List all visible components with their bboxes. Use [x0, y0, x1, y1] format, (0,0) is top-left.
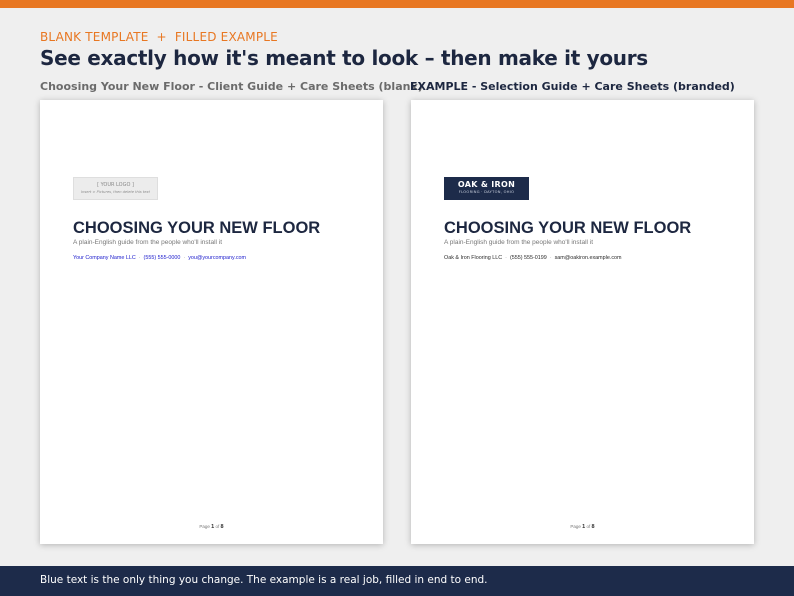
page-number: 1 [211, 524, 215, 530]
phone-number: (555) 555-0000 [143, 255, 181, 261]
page-number: 1 [582, 524, 586, 530]
logo-placeholder-hint: Insert > Pictures, then delete this text [81, 190, 150, 194]
company-name: Oak & Iron Flooring LLC [444, 255, 503, 261]
phone-number: (555) 555-0199 [509, 255, 547, 261]
bottom-banner-text: Blue text is the only thing you change. … [40, 574, 488, 586]
document-subtitle: A plain-English guide from the people wh… [73, 239, 223, 246]
email-address: sam@oakiron.example.com [554, 255, 622, 261]
document-subtitle: A plain-English guide from the people wh… [444, 239, 594, 246]
page-number-footer: Page 1 of 8 [40, 524, 383, 530]
blank-template-label: Choosing Your New Floor - Client Guide +… [40, 80, 423, 93]
blank-template-page: [ YOUR LOGO ] Insert > Pictures, then de… [40, 100, 383, 544]
of-word: of [586, 524, 591, 529]
email-address: you@yourcompany.com [188, 255, 247, 261]
document-title: CHOOSING YOUR NEW FLOOR [444, 219, 692, 237]
brand-name: OAK & IRON [457, 180, 516, 189]
eyebrow-label: BLANK TEMPLATE + FILLED EXAMPLE [40, 30, 278, 44]
page-headline: See exactly how it's meant to look – the… [40, 46, 648, 70]
page-total: 8 [591, 524, 595, 530]
top-accent-bar [0, 0, 794, 8]
separator: · [549, 255, 552, 261]
separator: · [183, 255, 186, 261]
brand-tagline: FLOORING · DAYTON, OHIO [458, 190, 515, 194]
brand-logo: OAK & IRON FLOORING · DAYTON, OHIO [444, 177, 529, 200]
logo-placeholder-text: [ YOUR LOGO ] [97, 182, 134, 188]
example-label: EXAMPLE - Selection Guide + Care Sheets … [410, 80, 735, 93]
contact-line: Your Company Name LLC · (555) 555-0000 · you… [73, 255, 246, 261]
logo-placeholder: [ YOUR LOGO ] Insert > Pictures, then de… [73, 177, 158, 200]
page-total: 8 [220, 524, 224, 530]
page-word: Page [199, 524, 210, 529]
document-title: CHOOSING YOUR NEW FLOOR [73, 219, 321, 237]
separator: · [138, 255, 141, 261]
separator: · [505, 255, 507, 261]
contact-line: Oak & Iron Flooring LLC · (555) 555-0199 · s… [444, 255, 622, 261]
page-word: Page [570, 524, 581, 529]
bottom-banner: Blue text is the only thing you change. … [0, 566, 794, 596]
of-word: of [215, 524, 220, 529]
company-name: Your Company Name LLC [73, 255, 136, 261]
example-page: OAK & IRON FLOORING · DAYTON, OHIO CHOOS… [411, 100, 754, 544]
page-number-footer: Page 1 of 8 [411, 524, 754, 530]
